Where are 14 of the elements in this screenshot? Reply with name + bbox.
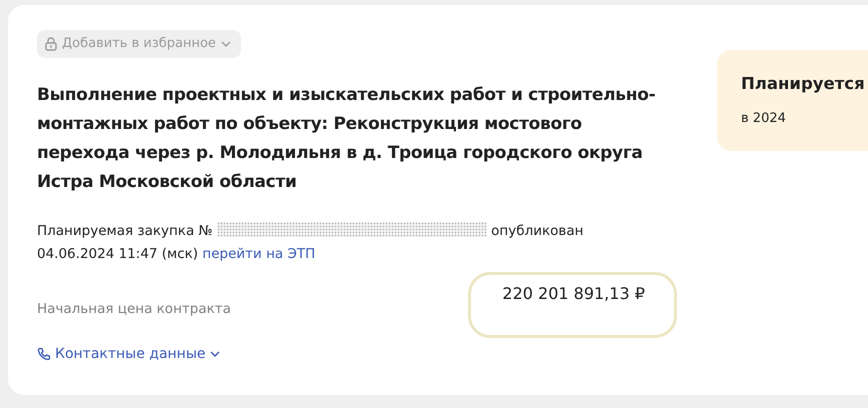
lock-icon — [45, 36, 57, 51]
price-value: 220 201 891,13 ₽ — [468, 272, 677, 338]
phone-icon — [37, 347, 51, 362]
status-year: в 2024 — [741, 110, 787, 128]
tender-title: Выполнение проектных и изыскательских работ и строительно-монтажных работ по объекту: Реконструкция мостового перехода через р. Молодильня в д. Троица городского округа Истра Московской области — [37, 84, 656, 194]
price-label: Начальная цена контракта — [37, 300, 232, 319]
go-to-platform-link[interactable]: перейти на ЭТП — [202, 246, 316, 262]
publication-date: 04.06.2024 11:47 (мск) — [37, 246, 198, 262]
contacts-link[interactable]: Контактные данные — [37, 344, 220, 365]
publication-label: Планируемая закупка № — [37, 222, 213, 239]
chevron-down-icon — [210, 351, 220, 358]
status-title: Планируется — [741, 73, 866, 95]
publication-status: опубликован — [491, 222, 584, 239]
chevron-down-icon — [220, 40, 231, 47]
